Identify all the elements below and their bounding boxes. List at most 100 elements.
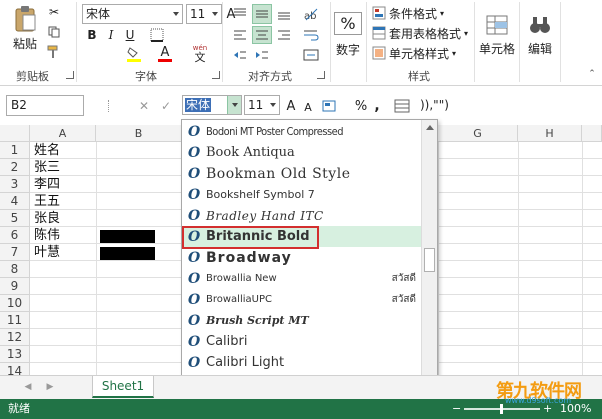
row-header[interactable]: 6 [0,227,30,244]
row-header[interactable]: 8 [0,261,30,278]
comma-button[interactable]: , [372,97,382,115]
zoom-slider-thumb[interactable] [500,404,503,414]
copy-icon[interactable] [46,24,62,40]
format-painter-icon[interactable] [392,97,412,115]
cut-icon[interactable]: ✂ [46,4,62,20]
mini-font-name-box[interactable]: 宋体 [182,95,242,115]
row-header[interactable]: 3 [0,176,30,193]
grow-font-icon[interactable]: A [284,97,298,115]
chevron-down-icon [270,103,276,107]
increase-indent-icon[interactable] [252,46,272,64]
font-list-item[interactable]: O Bookshelf Symbol 7 [182,184,422,205]
row-header[interactable]: 4 [0,193,30,210]
collapse-ribbon-icon[interactable]: ⌃ [586,68,598,80]
cell-a6[interactable]: 陈伟 [34,227,60,244]
font-launcher-icon[interactable] [212,71,220,79]
percent-button[interactable]: % [354,97,368,115]
column-header-g[interactable]: G [438,125,518,142]
cell-a7[interactable]: 叶慧 [34,244,60,261]
align-center-icon[interactable] [252,26,272,44]
cells-button[interactable]: 单元格 [478,6,516,64]
redacted-cell-b7[interactable] [100,247,155,260]
scroll-thumb[interactable] [424,248,435,272]
align-bottom-icon[interactable] [274,4,294,24]
font-list-item[interactable]: O Book Antiqua [182,142,422,163]
editing-button[interactable]: 编辑 [524,6,556,64]
row-header[interactable]: 2 [0,159,30,176]
tab-prev-arrow-icon[interactable]: ◀ [22,380,34,394]
format-painter-icon[interactable] [46,44,62,60]
number-format-button[interactable]: % 数字 [334,6,362,64]
cell-style-button[interactable]: 单元格样式 ▾ [372,44,472,62]
decrease-indent-icon[interactable] [230,46,250,64]
bold-button[interactable]: B [84,26,100,44]
alignment-launcher-icon[interactable] [317,71,325,79]
orientation-icon[interactable]: ab [300,4,322,24]
column-header-i[interactable] [582,125,602,142]
select-all-corner[interactable] [0,125,30,142]
align-left-icon[interactable] [230,26,250,44]
font-type-icon: O [188,312,201,329]
name-box[interactable]: B2 [6,95,84,116]
italic-button[interactable]: I [103,26,119,44]
confirm-icon[interactable]: ✓ [158,97,174,115]
table-format-button[interactable]: 套用表格格式 ▾ [372,24,472,42]
font-size-box[interactable]: 11 [186,4,222,24]
row-header[interactable]: 5 [0,210,30,227]
row-header[interactable]: 1 [0,142,30,159]
font-list-item[interactable]: O Browallia New สวัสดี [182,268,422,289]
formula-text[interactable]: )),"") [420,98,449,112]
chevron-down-icon [212,12,218,16]
conditional-format-button[interactable]: 条件格式 ▾ [372,4,472,22]
cell-a1[interactable]: 姓名 [34,142,60,159]
column-header-a[interactable]: A [30,125,96,142]
row-header[interactable]: 9 [0,278,30,295]
row-header[interactable]: 14 [0,363,30,375]
align-right-icon[interactable] [274,26,294,44]
row-header[interactable]: 13 [0,346,30,363]
sheet-tab[interactable]: Sheet1 [92,376,154,398]
underline-button[interactable]: U [122,26,138,44]
shrink-font-icon[interactable]: A [302,99,314,115]
font-list-item[interactable]: O Bodoni MT Poster Compressed [182,121,422,142]
column-header-h[interactable]: H [518,125,582,142]
font-list-item[interactable]: O BrowalliaUPC สวัสดี [182,289,422,310]
row-header[interactable]: 11 [0,312,30,329]
row-header[interactable]: 12 [0,329,30,346]
fill-color-icon[interactable] [124,44,144,64]
font-name-box[interactable]: 宋体 [82,4,183,24]
row-header[interactable]: 7 [0,244,30,261]
tab-next-arrow-icon[interactable]: ▶ [44,380,56,394]
cell-a5[interactable]: 张良 [34,210,60,227]
font-list-item[interactable]: O Bookman Old Style [182,163,422,184]
cell-a3[interactable]: 李四 [34,176,60,193]
mini-toolbar: 宋体 11 A A % , [180,93,420,119]
font-type-icon: O [188,144,201,161]
paste-button[interactable]: 粘贴 [8,4,42,52]
wrap-text-icon[interactable] [300,26,322,44]
font-list-item[interactable]: O Bradley Hand ITC [182,205,422,226]
scroll-up-arrow-icon[interactable] [426,125,434,130]
font-dropdown-list[interactable]: O Bodoni MT Poster Compressed O Book Antiqu… [181,119,438,419]
font-color-button[interactable]: A [155,44,175,64]
cell-a2[interactable]: 张三 [34,159,60,176]
format-cells-icon[interactable] [320,97,340,115]
column-header-b[interactable]: B [96,125,182,142]
phonetic-button[interactable]: wén 文 [190,42,210,64]
row-header[interactable]: 10 [0,295,30,312]
align-middle-icon[interactable] [252,4,272,24]
merge-cells-icon[interactable] [300,46,322,64]
font-list-item[interactable]: O Brush Script MT [182,310,422,331]
font-list-item[interactable]: O Calibri [182,331,422,352]
font-list-item[interactable]: O Calibri Light [182,352,422,373]
cell-a4[interactable]: 王五 [34,193,60,210]
mini-font-dropdown-button[interactable] [227,96,241,114]
align-top-icon[interactable] [230,4,250,24]
redacted-cell-b6[interactable] [100,230,155,243]
mini-font-size-box[interactable]: 11 [244,95,280,115]
cancel-icon[interactable]: ✕ [136,97,152,115]
zoom-out-button[interactable]: − [452,399,461,419]
clipboard-launcher-icon[interactable] [66,71,74,79]
border-icon[interactable] [148,26,166,44]
font-list-item[interactable]: O Broadway [182,247,422,268]
